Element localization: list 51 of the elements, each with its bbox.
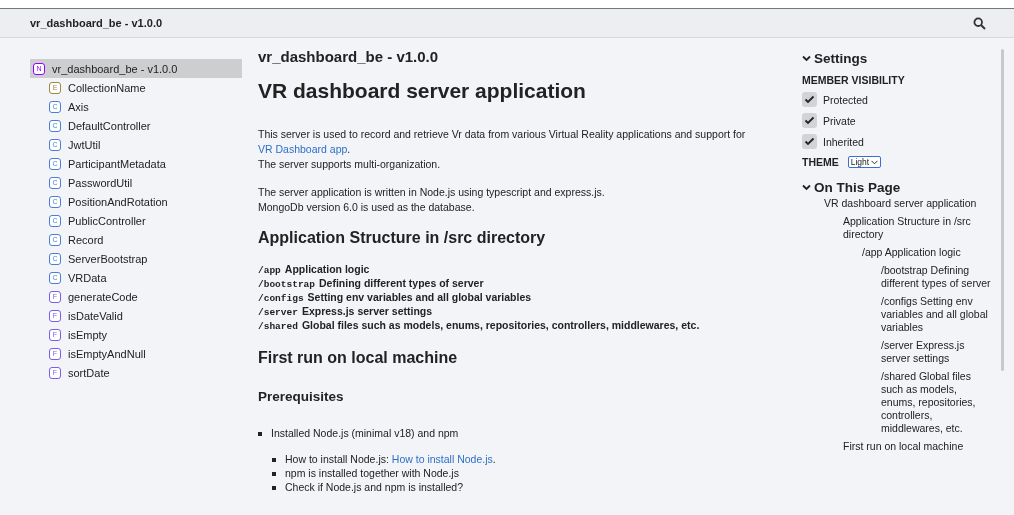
toc-link[interactable]: /configs Setting env variables and all global variables xyxy=(881,295,993,334)
section-toggle[interactable]: Settings xyxy=(802,51,993,66)
toc-link[interactable]: VR dashboard server application xyxy=(824,197,993,210)
path-description: Global files such as models, enums, repositories, controllers, middlewares, etc. xyxy=(301,319,700,332)
path-description: Application logic xyxy=(284,263,370,276)
heading: First run on local machine xyxy=(258,349,459,367)
scrollbar[interactable] xyxy=(1001,49,1004,371)
path-description: Defining different types of server xyxy=(319,277,484,290)
checkbox[interactable] xyxy=(802,113,817,128)
theme-select[interactable]: Light xyxy=(847,156,882,168)
toc-link[interactable]: First run on local machine xyxy=(843,440,993,453)
heading: Application Structure in /src directory xyxy=(258,229,547,247)
code-path: /server xyxy=(258,306,298,319)
list-item: How to install Node.js: How to install Node.js. xyxy=(285,453,496,465)
list-item: npm is installed together with Node.js xyxy=(285,467,459,479)
paragraph: This server is used to record and retrieve Vr data from various Virtual Reality applications and support for VR Dashboard app. The server supports multi-organization. xyxy=(258,127,747,172)
subheading: Prerequisites xyxy=(258,389,345,404)
bullet-icon xyxy=(258,432,262,437)
path-description: Express.js server settings xyxy=(301,305,433,318)
toc-link[interactable]: /server Express.js server settings xyxy=(881,339,993,365)
checkbox[interactable] xyxy=(802,134,817,149)
chevron-icon xyxy=(802,55,811,62)
checkbox-label: Inherited xyxy=(823,135,864,148)
toc-link[interactable]: /shared Global files such as models, enums, repositories, controllers, middlewares, etc. xyxy=(881,370,993,435)
path-description: Setting env variables and all global variables xyxy=(307,291,532,304)
list-item: Check if Node.js and npm is installed? xyxy=(285,481,463,493)
bullet-icon xyxy=(272,458,276,463)
bullet-icon xyxy=(272,472,276,477)
paragraph: The server application is written in Node.js using typescript and express.js. MongoDb version 6.0 is used as the database. xyxy=(258,185,606,215)
bullet-icon xyxy=(272,486,276,491)
code-path: /configs xyxy=(258,292,304,305)
site-title[interactable]: vr_dashboard_be - v1.0.0 xyxy=(30,17,163,29)
checkbox[interactable] xyxy=(802,92,817,107)
list-item: Installed Node.js (minimal v18) and npm xyxy=(271,427,459,439)
link[interactable]: How to install Node.js xyxy=(391,453,493,465)
heading: VR dashboard server application xyxy=(258,79,587,103)
caret-icon xyxy=(871,159,879,165)
code-path: /shared xyxy=(258,320,298,333)
settings-label: MEMBER VISIBILITY xyxy=(802,74,906,86)
checkbox-label: Protected xyxy=(823,93,868,106)
page-title: vr_dashboard_be - v1.0.0 xyxy=(258,48,440,65)
toc-link[interactable]: /bootstrap Defining different types of server xyxy=(881,264,993,290)
toc-link[interactable]: Application Structure in /src directory xyxy=(843,215,993,241)
chevron-icon xyxy=(802,184,811,191)
search-icon[interactable] xyxy=(973,16,986,30)
section-toggle[interactable]: On This Page xyxy=(802,180,993,195)
code-path: /bootstrap xyxy=(258,278,315,291)
toc-link[interactable]: /app Application logic xyxy=(862,246,993,259)
code-path: /app xyxy=(258,264,281,277)
theme-label: THEME xyxy=(802,156,839,168)
checkbox-label: Private xyxy=(823,114,856,127)
